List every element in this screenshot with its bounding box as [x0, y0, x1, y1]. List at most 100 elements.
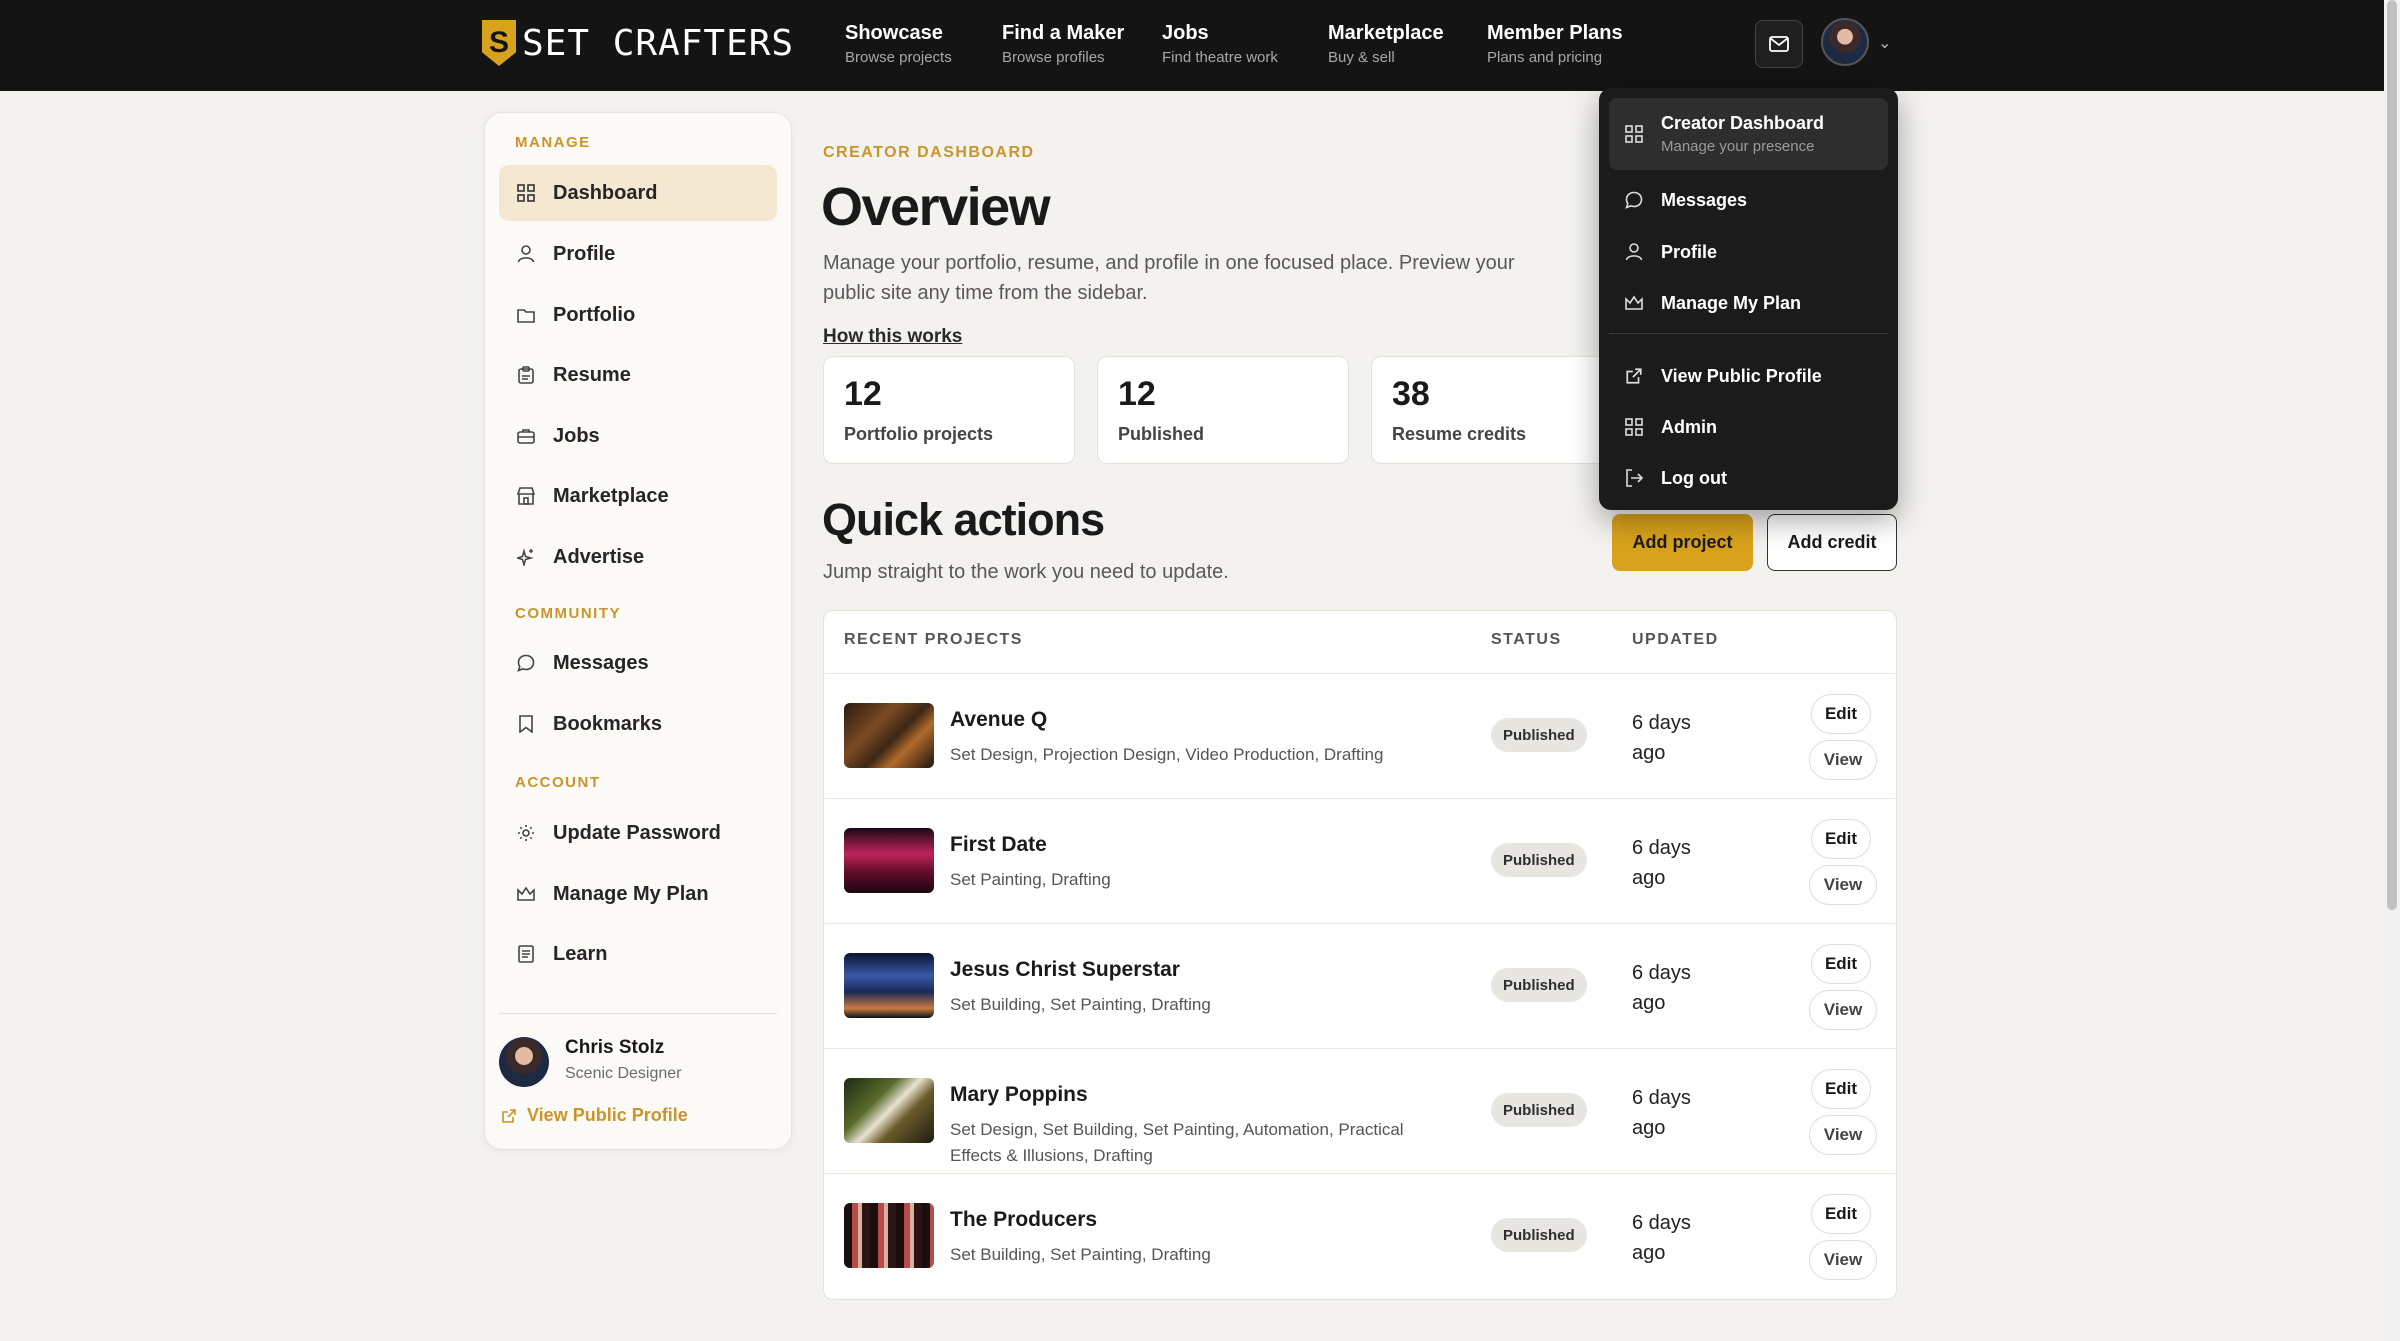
project-title[interactable]: Mary Poppins [950, 1083, 1088, 1107]
project-tags: Set Painting, Drafting [950, 870, 1111, 889]
stat-label: Portfolio projects [844, 424, 994, 444]
project-title[interactable]: Avenue Q [950, 708, 1047, 732]
sidebar-item-label: Marketplace [553, 484, 669, 507]
edit-button[interactable]: Edit [1811, 819, 1871, 859]
view-public-profile-link[interactable]: View Public Profile [501, 1105, 688, 1126]
sidebar-item-marketplace[interactable]: Marketplace [499, 468, 777, 524]
sidebar-item-portfolio[interactable]: Portfolio [499, 287, 777, 343]
chevron-down-icon[interactable]: ⌄ [1878, 33, 1891, 53]
sidebar-item-label: Jobs [553, 424, 600, 447]
dropdown-item-label: Log out [1661, 467, 1727, 488]
briefcase-icon [515, 425, 537, 447]
sidebar-item-profile[interactable]: Profile [499, 226, 777, 282]
sidebar-item-resume[interactable]: Resume [499, 347, 777, 403]
scrollbar-thumb[interactable] [2387, 0, 2397, 910]
crown-icon [1623, 292, 1645, 314]
dropdown-item-profile[interactable]: Profile [1609, 227, 1888, 277]
sidebar-item-learn[interactable]: Learn [499, 926, 777, 982]
column-header-status: STATUS [1491, 631, 1562, 648]
avatar[interactable] [499, 1037, 549, 1087]
updated-time: 6 days ago [1632, 962, 1691, 1014]
brand-logo[interactable]: S SET CRAFTERS [482, 18, 794, 68]
project-title[interactable]: The Producers [950, 1208, 1097, 1232]
dropdown-item-label: Manage My Plan [1661, 292, 1802, 313]
logo-badge: S [482, 20, 516, 66]
view-button[interactable]: View [1809, 1240, 1877, 1280]
stat-value: 12 [844, 375, 882, 413]
table-row[interactable]: First Date Set Painting, Drafting Publis… [824, 798, 1896, 923]
project-thumbnail [844, 1078, 934, 1143]
nav-jobs[interactable]: Jobs Find theatre work [1162, 22, 1278, 66]
clipboard-icon [515, 364, 537, 386]
grid-icon [515, 182, 537, 204]
nav-subtitle: Buy & sell [1328, 49, 1395, 66]
nav-showcase[interactable]: Showcase Browse projects [845, 22, 952, 66]
table-row[interactable]: Jesus Christ Superstar Set Building, Set… [824, 923, 1896, 1048]
user-role: Scenic Designer [565, 1065, 682, 1082]
sidebar-section-community: COMMUNITY [515, 605, 621, 622]
nav-subtitle: Plans and pricing [1487, 49, 1603, 66]
sidebar-item-manage-my-plan[interactable]: Manage My Plan [499, 866, 777, 922]
bookmark-icon [515, 713, 537, 735]
table-row[interactable]: Avenue Q Set Design, Projection Design, … [824, 673, 1896, 798]
project-tags: Set Design, Set Building, Set Painting, … [950, 1120, 1404, 1165]
sidebar-item-label: Portfolio [553, 303, 636, 326]
messages-button[interactable] [1755, 20, 1803, 68]
store-icon [515, 485, 537, 507]
updated-time: 6 days ago [1632, 1212, 1691, 1264]
stat-value: 12 [1118, 375, 1156, 413]
logout-icon [1623, 467, 1645, 489]
sidebar-item-label: Advertise [553, 545, 645, 568]
how-this-works-link[interactable]: How this works [823, 326, 962, 348]
dropdown-item-sublabel: Manage your presence [1661, 138, 1815, 155]
sidebar-item-label: Manage My Plan [553, 882, 709, 905]
edit-button[interactable]: Edit [1811, 1194, 1871, 1234]
add-credit-button[interactable]: Add credit [1767, 514, 1897, 571]
status-badge: Published [1491, 843, 1587, 877]
edit-button[interactable]: Edit [1811, 694, 1871, 734]
view-button[interactable]: View [1809, 990, 1877, 1030]
sidebar-item-jobs[interactable]: Jobs [499, 408, 777, 464]
dropdown-item-creator-dashboard[interactable]: Creator Dashboard Manage your presence [1609, 98, 1888, 170]
recent-projects-table: RECENT PROJECTS STATUS UPDATED Avenue Q … [823, 610, 1897, 1300]
dropdown-item-messages[interactable]: Messages [1609, 175, 1888, 225]
view-button[interactable]: View [1809, 1115, 1877, 1155]
view-button[interactable]: View [1809, 740, 1877, 780]
dropdown-item-view-public-profile[interactable]: View Public Profile [1609, 351, 1888, 401]
page-intro: Manage your portfolio, resume, and profi… [823, 252, 1515, 304]
sidebar-item-label: Learn [553, 942, 608, 965]
dropdown-item-manage-my-plan[interactable]: Manage My Plan [1609, 278, 1888, 328]
view-button[interactable]: View [1809, 865, 1877, 905]
project-tags: Set Design, Projection Design, Video Pro… [950, 745, 1384, 764]
table-row[interactable]: The Producers Set Building, Set Painting… [824, 1173, 1896, 1298]
updated-time: 6 days ago [1632, 837, 1691, 889]
chat-icon [515, 652, 537, 674]
stat-card-portfolio-projects: 12 Portfolio projects [823, 356, 1075, 464]
stat-card-resume-credits: 38 Resume credits [1371, 356, 1623, 464]
nav-title: Marketplace [1328, 22, 1444, 44]
external-link-icon [1623, 365, 1645, 387]
edit-button[interactable]: Edit [1811, 944, 1871, 984]
nav-find-a-maker[interactable]: Find a Maker Browse profiles [1002, 22, 1124, 66]
sidebar-item-update-password[interactable]: Update Password [499, 805, 777, 861]
sidebar-item-messages[interactable]: Messages [499, 635, 777, 691]
dropdown-item-admin[interactable]: Admin [1609, 402, 1888, 452]
project-title[interactable]: First Date [950, 833, 1047, 857]
account-avatar[interactable] [1821, 18, 1869, 66]
edit-button[interactable]: Edit [1811, 1069, 1871, 1109]
sidebar-item-bookmarks[interactable]: Bookmarks [499, 696, 777, 752]
nav-member-plans[interactable]: Member Plans Plans and pricing [1487, 22, 1623, 66]
dropdown-item-log-out[interactable]: Log out [1609, 453, 1888, 503]
stat-value: 38 [1392, 375, 1430, 413]
dropdown-item-label: View Public Profile [1661, 365, 1822, 386]
sidebar-item-dashboard[interactable]: Dashboard [499, 165, 777, 221]
nav-marketplace[interactable]: Marketplace Buy & sell [1328, 22, 1444, 66]
quick-actions-subtitle: Jump straight to the work you need to up… [823, 561, 1229, 583]
nav-title: Member Plans [1487, 22, 1623, 44]
sidebar-item-advertise[interactable]: Advertise [499, 529, 777, 585]
dropdown-item-label: Admin [1661, 416, 1717, 437]
table-row[interactable]: Mary Poppins Set Design, Set Building, S… [824, 1048, 1896, 1173]
add-project-button[interactable]: Add project [1612, 514, 1753, 571]
project-title[interactable]: Jesus Christ Superstar [950, 958, 1180, 982]
status-badge: Published [1491, 968, 1587, 1002]
